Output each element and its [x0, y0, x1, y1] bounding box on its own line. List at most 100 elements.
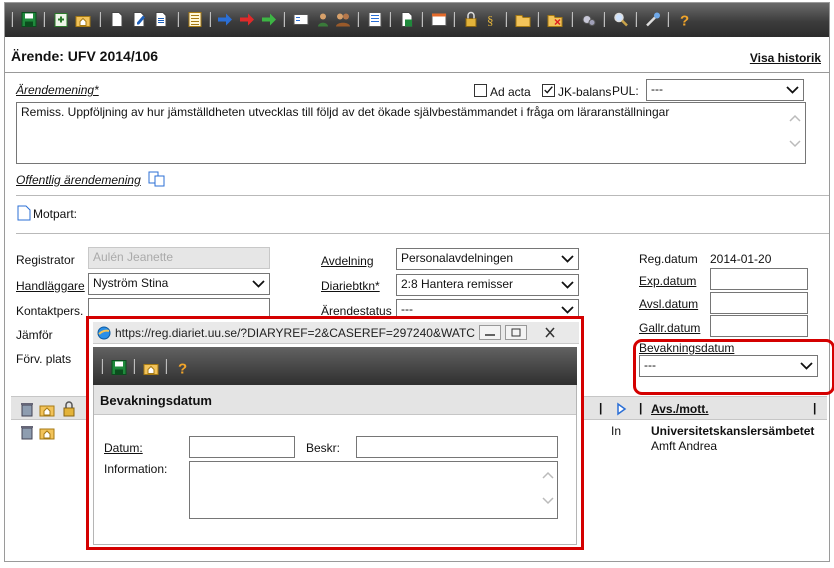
magnifier-icon[interactable]	[613, 11, 629, 28]
chevron-down-icon	[786, 86, 799, 94]
jk-balans-checkbox[interactable]	[542, 84, 555, 97]
card-icon[interactable]	[293, 11, 309, 28]
window-icon[interactable]	[431, 11, 447, 28]
list-icon[interactable]	[187, 11, 203, 28]
scroll-down-icon[interactable]	[789, 139, 801, 149]
folder-home-icon[interactable]	[39, 424, 55, 440]
main-toolbar: § ?	[5, 3, 829, 37]
ad-acta-checkbox[interactable]	[474, 84, 487, 97]
trash-icon[interactable]	[19, 424, 35, 440]
toolbar-separator	[571, 12, 573, 27]
forv-plats-label: Förv. plats	[16, 352, 72, 366]
toolbar-separator	[421, 12, 423, 27]
column-separator: |	[639, 401, 643, 415]
scroll-up-icon[interactable]	[789, 113, 801, 123]
scroll-down-icon[interactable]	[542, 496, 554, 506]
chevron-down-icon	[561, 281, 574, 289]
pul-label: PUL:	[612, 84, 639, 98]
regdatum-label: Reg.datum	[639, 252, 698, 266]
expdatum-label[interactable]: Exp.datum	[639, 274, 696, 288]
document-lines-icon[interactable]	[153, 11, 169, 28]
tools-icon[interactable]	[645, 11, 661, 28]
scroll-up-icon[interactable]	[542, 470, 554, 480]
gears-icon[interactable]	[581, 11, 597, 28]
folder-delete-icon[interactable]	[547, 11, 563, 28]
checklist-icon[interactable]	[367, 11, 383, 28]
avdelning-label[interactable]: Avdelning	[321, 254, 374, 268]
folder-home-icon[interactable]	[75, 11, 91, 28]
arendemening-text: Remiss. Uppföljning av hur jämställdhete…	[21, 105, 670, 119]
arrow-green-icon[interactable]	[261, 11, 277, 28]
information-label: Information:	[104, 462, 168, 476]
save-icon[interactable]	[111, 359, 127, 376]
svg-text:§: §	[487, 13, 494, 28]
datum-label[interactable]: Datum:	[104, 441, 143, 455]
toolbar-separator	[389, 12, 391, 27]
toolbar-separator	[635, 12, 637, 27]
toolbar-separator	[537, 12, 539, 27]
datum-field[interactable]	[189, 436, 295, 458]
copy-text-icon[interactable]	[147, 170, 167, 188]
help-icon[interactable]: ?	[175, 359, 191, 377]
toolbar-separator	[165, 359, 167, 374]
gallrdatum-label[interactable]: Gallr.datum	[639, 321, 700, 335]
new-case-icon[interactable]	[53, 11, 69, 28]
toolbar-separator	[505, 12, 507, 27]
chevron-down-icon	[561, 306, 574, 314]
toolbar-separator	[11, 12, 13, 27]
arrow-blue-icon[interactable]	[217, 11, 233, 28]
jk-balans-label: JK-balans	[558, 85, 612, 99]
toolbar-separator	[283, 12, 285, 27]
jamfor-label: Jämför	[16, 328, 53, 342]
svg-text:?: ?	[680, 13, 689, 29]
beskr-field[interactable]	[356, 436, 558, 458]
avsldatum-label[interactable]: Avsl.datum	[639, 297, 698, 311]
offentlig-arendemening-link[interactable]: Offentlig ärendemening	[16, 173, 141, 187]
avdelning-value: Personalavdelningen	[401, 251, 514, 265]
trash-icon[interactable]	[19, 401, 35, 417]
column-avs-mott[interactable]: Avs./mott.	[651, 402, 709, 416]
arendestatus-value: ---	[401, 302, 413, 316]
folder-icon[interactable]	[515, 11, 531, 28]
lock-icon[interactable]	[61, 401, 77, 417]
people-icon[interactable]	[335, 11, 351, 28]
arendemening-label[interactable]: Ärendemening*	[16, 83, 99, 97]
bevakning-popup: https://reg.diariet.uu.se/?DIARYREF=2&CA…	[86, 316, 584, 550]
handlaggare-select[interactable]: Nyström Stina	[88, 273, 270, 295]
save-icon[interactable]	[21, 11, 37, 28]
lock-icon[interactable]	[463, 11, 479, 28]
minimize-icon[interactable]	[479, 325, 501, 340]
maximize-icon[interactable]	[505, 325, 527, 340]
folder-home-icon[interactable]	[39, 401, 55, 417]
popup-titlebar: https://reg.diariet.uu.se/?DIARYREF=2&CA…	[93, 322, 579, 344]
diariebtkn-select[interactable]: 2:8 Hantera remisser	[396, 274, 579, 296]
history-link[interactable]: Visa historik	[750, 51, 821, 65]
chevron-down-icon	[252, 280, 265, 288]
arendemening-textarea[interactable]: Remiss. Uppföljning av hur jämställdhete…	[16, 102, 806, 164]
avsldatum-field[interactable]	[710, 292, 808, 314]
paragraph-icon[interactable]: §	[483, 11, 499, 28]
row-direction: In	[611, 424, 622, 438]
help-icon[interactable]: ?	[677, 11, 693, 29]
column-separator: |	[813, 401, 817, 415]
pul-select[interactable]: ---	[646, 79, 804, 101]
direction-icon	[617, 402, 627, 416]
handlaggare-label[interactable]: Handläggare	[16, 279, 85, 293]
avdelning-select[interactable]: Personalavdelningen	[396, 248, 579, 270]
person-icon[interactable]	[315, 11, 331, 28]
edit-document-icon[interactable]	[131, 11, 147, 28]
save-document-icon[interactable]	[399, 11, 415, 28]
gallrdatum-field[interactable]	[710, 315, 808, 337]
popup-url: https://reg.diariet.uu.se/?DIARYREF=2&CA…	[115, 326, 475, 340]
popup-toolbar: ?	[93, 347, 577, 385]
information-textarea[interactable]	[189, 461, 558, 519]
arrow-red-icon[interactable]	[239, 11, 255, 28]
folder-home-icon[interactable]	[143, 359, 159, 376]
close-icon[interactable]	[539, 325, 561, 340]
expdatum-field[interactable]	[710, 268, 808, 290]
popup-body: Bevakningsdatum Datum: Beskr: Informatio…	[93, 385, 577, 545]
toolbar-separator	[209, 12, 211, 27]
diariebtkn-label[interactable]: Diariebtkn*	[321, 279, 380, 293]
svg-text:?: ?	[178, 361, 187, 377]
document-icon[interactable]	[109, 11, 125, 28]
